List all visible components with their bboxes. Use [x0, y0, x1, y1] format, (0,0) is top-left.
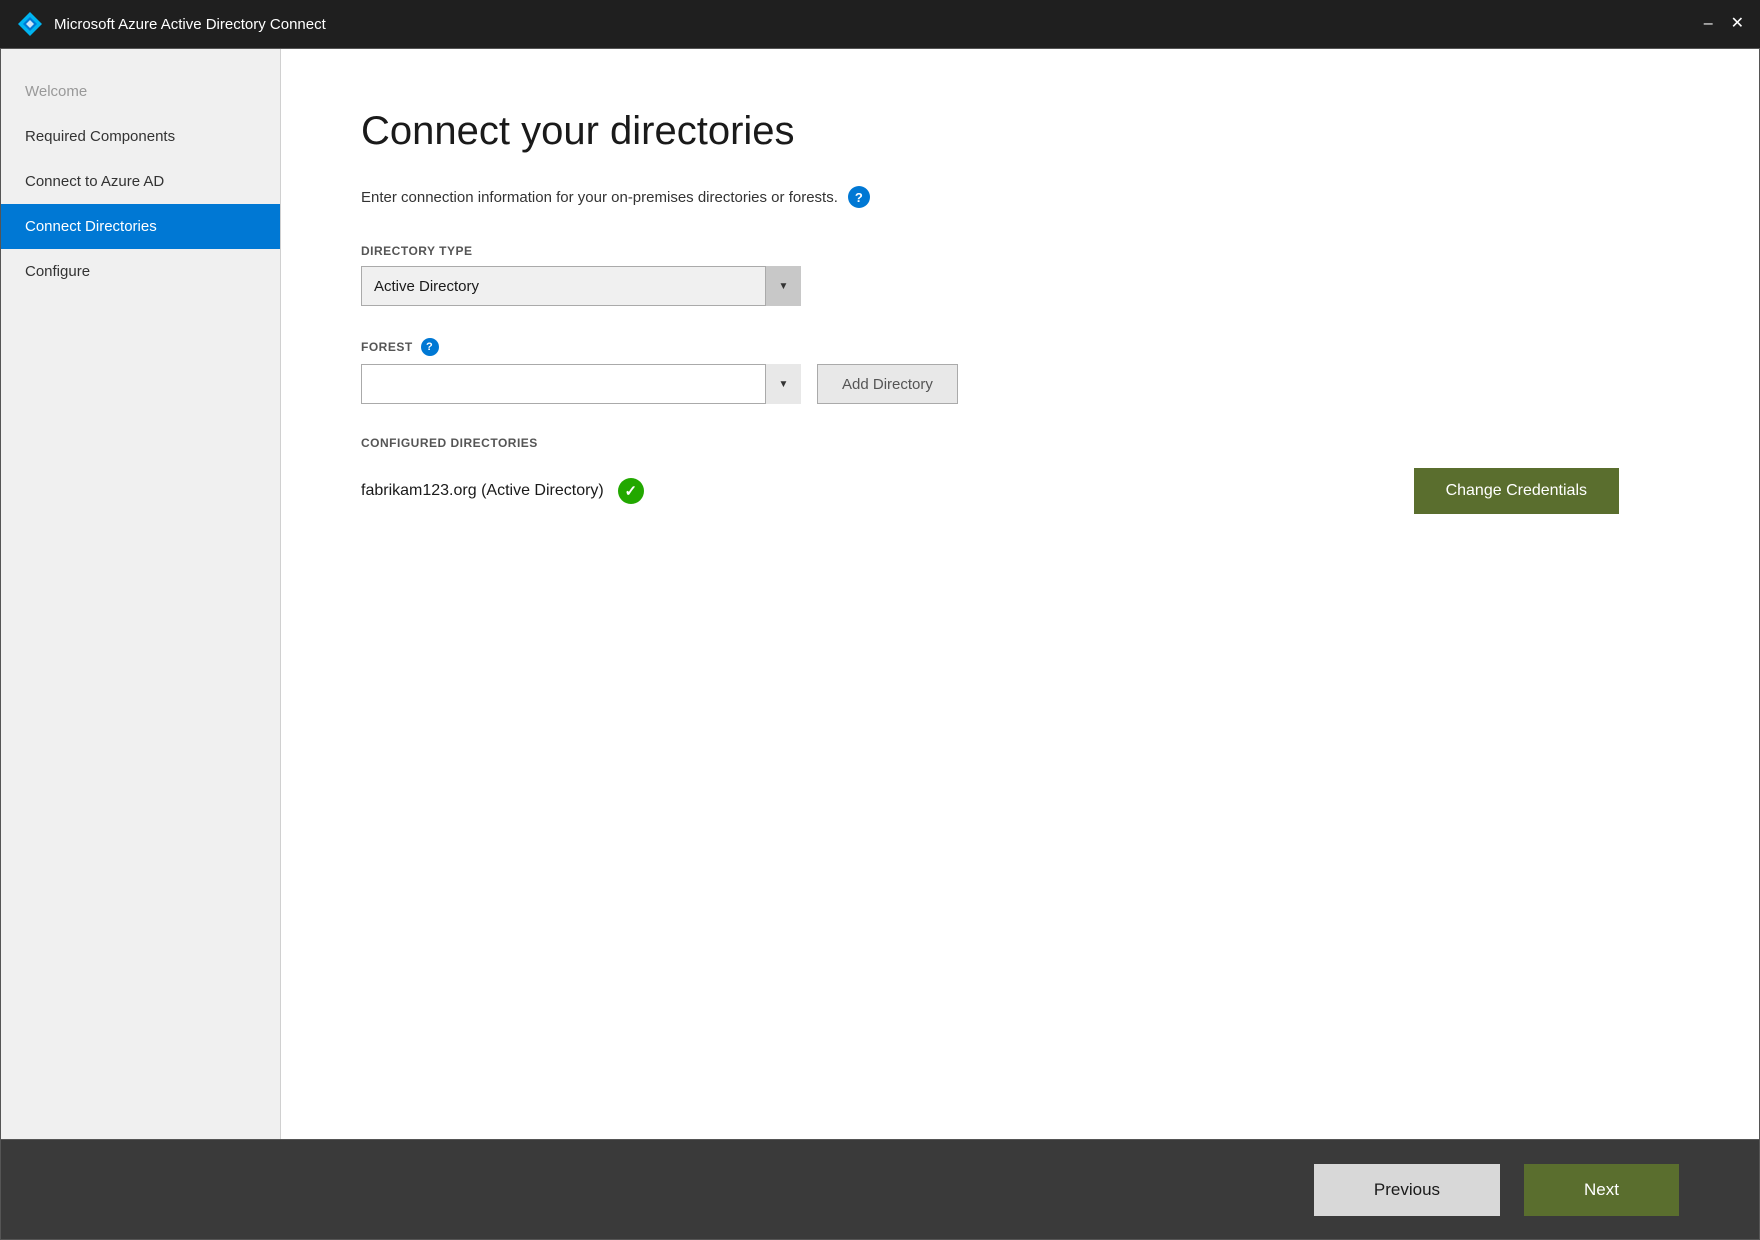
sidebar-item-connect-to-azure-ad[interactable]: Connect to Azure AD	[1, 159, 280, 204]
page-title: Connect your directories	[361, 109, 1679, 154]
minimize-button[interactable]: –	[1704, 16, 1713, 32]
forest-group: FOREST ? Add Directory	[361, 338, 1679, 404]
configured-directory-row: fabrikam123.org (Active Directory) Chang…	[361, 468, 1679, 514]
forest-input-wrapper	[361, 364, 801, 404]
description-row: Enter connection information for your on…	[361, 186, 1679, 208]
change-credentials-button[interactable]: Change Credentials	[1414, 468, 1619, 514]
connected-check-icon	[618, 478, 644, 504]
forest-help-icon[interactable]: ?	[421, 338, 439, 356]
main-window: Welcome Required Components Connect to A…	[0, 48, 1760, 1240]
add-directory-button[interactable]: Add Directory	[817, 364, 958, 404]
title-bar-left: Microsoft Azure Active Directory Connect	[16, 10, 326, 38]
sidebar-item-welcome[interactable]: Welcome	[1, 69, 280, 114]
previous-button[interactable]: Previous	[1314, 1164, 1500, 1216]
directory-type-select[interactable]: Active Directory Generic LDAP	[361, 266, 801, 306]
forest-input[interactable]	[361, 364, 801, 404]
configured-directories-label: CONFIGURED DIRECTORIES	[361, 436, 1679, 450]
footer: Previous Next	[1, 1139, 1759, 1239]
directory-type-group: DIRECTORY TYPE Active Directory Generic …	[361, 244, 1679, 306]
configured-directories-group: CONFIGURED DIRECTORIES fabrikam123.org (…	[361, 436, 1679, 514]
sidebar-item-required-components[interactable]: Required Components	[1, 114, 280, 159]
next-button[interactable]: Next	[1524, 1164, 1679, 1216]
sidebar-item-configure[interactable]: Configure	[1, 249, 280, 294]
close-button[interactable]: ✕	[1731, 16, 1744, 32]
sidebar: Welcome Required Components Connect to A…	[1, 49, 281, 1139]
window-body: Welcome Required Components Connect to A…	[1, 49, 1759, 1139]
forest-row: Add Directory	[361, 364, 1679, 404]
directory-type-label: DIRECTORY TYPE	[361, 244, 1679, 258]
title-bar: Microsoft Azure Active Directory Connect…	[0, 0, 1760, 48]
description-text: Enter connection information for your on…	[361, 189, 838, 206]
forest-label: FOREST ?	[361, 338, 1679, 356]
window-controls: – ✕	[1704, 16, 1744, 32]
sidebar-item-connect-directories[interactable]: Connect Directories	[1, 204, 280, 249]
description-help-icon[interactable]: ?	[848, 186, 870, 208]
configured-directory-name: fabrikam123.org (Active Directory)	[361, 482, 604, 500]
app-icon	[16, 10, 44, 38]
main-content: Connect your directories Enter connectio…	[281, 49, 1759, 1139]
configured-item: fabrikam123.org (Active Directory)	[361, 478, 644, 504]
window-title: Microsoft Azure Active Directory Connect	[54, 16, 326, 33]
directory-type-select-wrapper: Active Directory Generic LDAP	[361, 266, 801, 306]
